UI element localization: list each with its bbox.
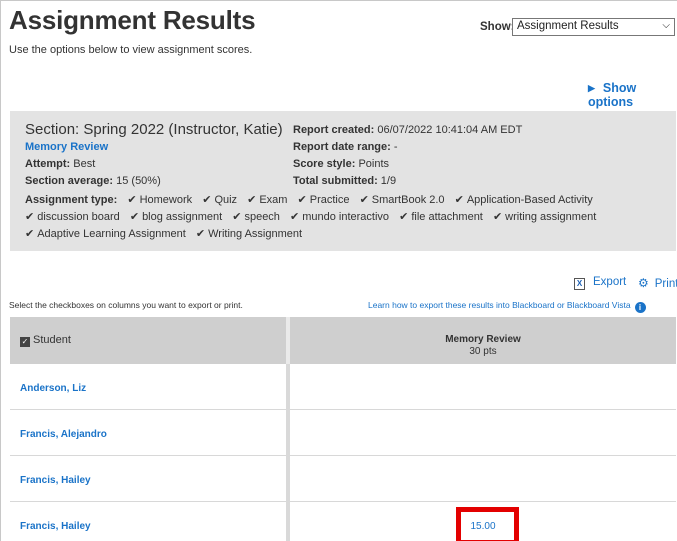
export-button[interactable]: X Export xyxy=(574,276,626,290)
assignment-type-item: writing assignment xyxy=(505,211,597,223)
checkmark-icon: ✔ xyxy=(297,194,307,206)
checkmark-icon: ✔ xyxy=(247,194,257,206)
assignment-type-item: blog assignment xyxy=(142,211,223,223)
table-row: Francis, Alejandro xyxy=(10,410,676,456)
export-label: Export xyxy=(593,276,627,288)
student-column-header[interactable]: ✓ Student xyxy=(20,334,71,347)
checkmark-icon: ✔ xyxy=(290,211,300,223)
score-style-value: Points xyxy=(358,158,390,170)
student-header-label: Student xyxy=(33,334,71,346)
table-row: Francis, Hailey 15.00 xyxy=(10,502,676,541)
print-label: Print xyxy=(654,278,677,290)
checkmark-icon: ✔ xyxy=(399,211,409,223)
column-divider xyxy=(286,456,290,502)
assignment-type-list: Assignment type: ✔ Homework ✔ Quiz ✔ Exam ✔… xyxy=(25,192,665,243)
chevron-down-icon: ⌵ xyxy=(662,20,670,31)
assignment-link[interactable]: Memory Review xyxy=(25,141,108,153)
page-title: Assignment Results xyxy=(9,5,256,35)
show-options-link[interactable]: ▶ Show options xyxy=(588,81,677,109)
assignment-type-item: Application-Based Activity xyxy=(466,194,593,206)
attempt-info: Attempt: Best xyxy=(25,158,95,170)
show-options-label: Show options xyxy=(588,81,637,109)
checkmark-icon: ✔ xyxy=(202,194,212,206)
info-icon[interactable]: i xyxy=(634,302,646,313)
report-created-label: Report created: xyxy=(293,124,375,136)
results-table: ✓ Student Memory Review 30 pts Anderson, … xyxy=(10,317,676,541)
checkmark-icon: ✔ xyxy=(454,194,464,206)
triangle-right-icon: ▶ xyxy=(588,83,595,93)
attempt-label: Attempt: xyxy=(25,158,71,170)
section-average-label: Section average: xyxy=(25,175,114,187)
report-created-info: Report created: 06/07/2022 10:41:04 AM E… xyxy=(293,124,522,136)
attempt-value: Best xyxy=(73,158,96,170)
checkmark-icon: ✔ xyxy=(232,211,242,223)
student-name-link[interactable]: Francis, Hailey xyxy=(20,521,91,532)
student-name-link[interactable]: Francis, Alejandro xyxy=(20,429,107,440)
show-label: Show: xyxy=(480,21,515,33)
print-button[interactable]: ⚙ Print xyxy=(638,276,677,290)
checkmark-icon: ✔ xyxy=(195,228,206,240)
checkbox-icon[interactable]: ✓ xyxy=(20,337,30,347)
assignment-type-item: Exam xyxy=(259,194,288,206)
assignment-type-item: speech xyxy=(244,211,280,223)
student-name-link[interactable]: Anderson, Liz xyxy=(20,383,86,394)
learn-export-label: Learn how to export these results into B… xyxy=(368,300,631,310)
assignment-type-item: discussion board xyxy=(37,211,120,223)
show-select[interactable]: Assignment Results ⌵ xyxy=(512,18,675,36)
student-name-link[interactable]: Francis, Hailey xyxy=(20,475,91,486)
score-style-info: Score style: Points xyxy=(293,158,389,170)
column-divider xyxy=(286,410,290,456)
assignment-type-item: Homework xyxy=(139,194,193,206)
show-select-value: Assignment Results xyxy=(517,20,619,32)
learn-export-link[interactable]: Learn how to export these results into B… xyxy=(368,300,646,313)
checkmark-icon: ✔ xyxy=(25,211,35,223)
checkmark-icon: ✔ xyxy=(492,211,503,223)
assignment-type-item: Quiz xyxy=(214,194,238,206)
assignment-type-item: Practice xyxy=(309,194,350,206)
table-row: Francis, Hailey xyxy=(10,456,676,502)
gear-icon: ⚙ xyxy=(638,276,649,290)
checkmark-icon: ✔ xyxy=(25,228,35,240)
total-submitted-info: Total submitted: 1/9 xyxy=(293,175,396,187)
assignment-type-item: Writing Assignment xyxy=(208,228,303,240)
report-date-range-info: Report date range: - xyxy=(293,141,398,153)
assignment-type-item: file attachment xyxy=(411,211,483,223)
assignment-points: 30 pts xyxy=(469,346,497,357)
report-created-value: 06/07/2022 10:41:04 AM EDT xyxy=(377,124,523,136)
highlight-box xyxy=(456,507,519,541)
checkmark-icon: ✔ xyxy=(359,194,369,206)
report-info-panel: Section: Spring 2022 (Instructor, Katie)… xyxy=(10,111,676,251)
score-style-label: Score style: xyxy=(293,158,356,170)
table-header-row: ✓ Student Memory Review 30 pts xyxy=(10,317,676,364)
section-title: Section: Spring 2022 (Instructor, Katie) xyxy=(25,121,283,138)
export-icon: X xyxy=(574,278,585,290)
column-divider xyxy=(286,364,290,410)
section-average-value: 15 (50%) xyxy=(116,175,161,187)
section-average-info: Section average: 15 (50%) xyxy=(25,175,161,187)
assignment-type-label: Assignment type: xyxy=(25,194,118,206)
report-date-range-value: - xyxy=(393,141,398,153)
total-submitted-value: 1/9 xyxy=(380,175,397,187)
select-columns-note: Select the checkboxes on columns you wan… xyxy=(9,300,243,310)
assignment-type-item: mundo interactivo xyxy=(302,211,390,223)
checkmark-icon: ✔ xyxy=(127,194,137,206)
page-subtitle: Use the options below to view assignment… xyxy=(9,44,253,56)
table-row: Anderson, Liz xyxy=(10,364,676,410)
assignment-column-header: Memory Review xyxy=(445,334,521,345)
assignment-type-item: Adaptive Learning Assignment xyxy=(37,228,186,240)
report-date-range-label: Report date range: xyxy=(293,141,391,153)
assignment-type-item: SmartBook 2.0 xyxy=(371,194,445,206)
total-submitted-label: Total submitted: xyxy=(293,175,378,187)
checkmark-icon: ✔ xyxy=(129,211,140,223)
